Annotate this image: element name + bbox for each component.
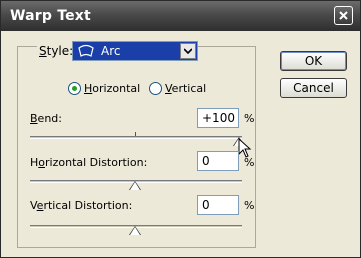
warp-text-dialog: Warp Text Style: Arc Horizontal Vertical…	[0, 0, 361, 258]
bend-label: Bend:	[30, 112, 62, 125]
warp-options-group	[17, 46, 256, 248]
vertical-distortion-label: Vertical Distortion:	[30, 199, 133, 212]
style-selected-value: Arc	[101, 44, 121, 58]
horizontal-radio[interactable]	[68, 82, 81, 95]
style-dropdown-button[interactable]	[180, 43, 196, 59]
chevron-down-icon	[184, 48, 192, 54]
bend-input[interactable]: +100	[197, 108, 239, 128]
ok-button[interactable]: OK	[280, 51, 347, 71]
horizontal-distortion-input[interactable]: 0	[197, 151, 239, 171]
style-label: Style:	[37, 44, 76, 58]
radio-selected-dot	[72, 86, 77, 91]
cancel-button[interactable]: Cancel	[280, 78, 347, 98]
title-bar[interactable]: Warp Text	[1, 1, 360, 31]
bend-slider-track[interactable]	[30, 136, 242, 139]
horizontal-distortion-thumb-fill	[130, 182, 140, 190]
bend-center-tick	[135, 132, 136, 136]
bend-unit: %	[244, 112, 255, 125]
vertical-distortion-unit: %	[244, 199, 255, 212]
horizontal-distortion-unit: %	[244, 156, 255, 169]
close-icon	[339, 11, 348, 20]
vertical-label[interactable]: Vertical	[165, 82, 206, 95]
vertical-distortion-thumb-fill	[130, 227, 140, 235]
horizontal-distortion-label: Horizontal Distortion:	[30, 156, 148, 169]
vertical-distortion-input[interactable]: 0	[197, 195, 239, 215]
close-button[interactable]	[334, 6, 353, 25]
vertical-radio[interactable]	[149, 82, 162, 95]
dialog-title: Warp Text	[10, 8, 91, 24]
arc-shape-icon	[78, 44, 94, 57]
horizontal-label[interactable]: Horizontal	[84, 82, 140, 95]
style-select[interactable]: Arc	[72, 41, 198, 61]
